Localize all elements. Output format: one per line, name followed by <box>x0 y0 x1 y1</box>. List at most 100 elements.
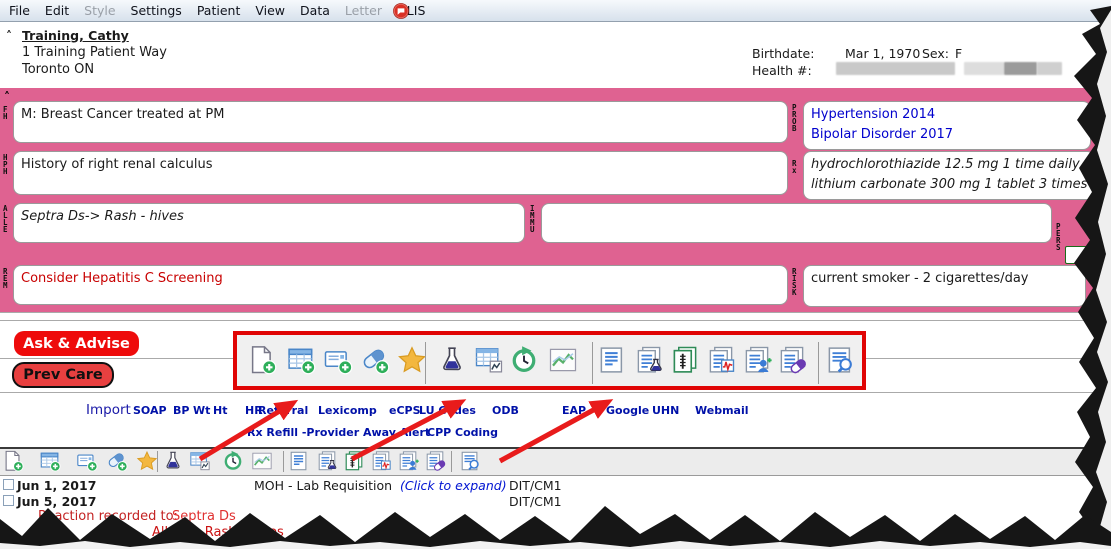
quick-link-wt[interactable]: Wt <box>193 404 210 417</box>
menu-style: Style <box>84 3 116 18</box>
ecg-report-icon[interactable] <box>370 450 392 472</box>
consult-report-icon[interactable] <box>397 450 419 472</box>
ecg-report-icon[interactable] <box>706 345 736 375</box>
toolbar-separator <box>283 451 284 472</box>
cpp-box-alle[interactable]: Septra Ds-> Rash - hives <box>13 203 525 243</box>
ask-advise-button[interactable]: Ask & Advise <box>14 331 139 356</box>
imaging-report-icon[interactable] <box>670 345 700 375</box>
new-prescription-icon[interactable] <box>360 345 390 375</box>
chevron-up-icon[interactable]: ˄ <box>6 29 12 43</box>
favorite-star-icon[interactable] <box>136 450 158 472</box>
cpp-box-hph[interactable]: History of right renal calculus <box>13 151 788 195</box>
cpp-box-rx[interactable]: hydrochlorothiazide 12.5 mg 1 time daily… <box>803 151 1095 200</box>
new-form-icon[interactable] <box>39 450 61 472</box>
search-documents-icon[interactable] <box>825 345 855 375</box>
medication-report-icon[interactable] <box>777 345 807 375</box>
new-document-icon[interactable] <box>2 450 24 472</box>
cpp-line: History of right renal calculus <box>21 157 213 172</box>
quick-link-webmail[interactable]: Webmail <box>695 404 749 417</box>
cpp-box-prob[interactable]: Hypertension 2014 Bipolar Disorder 2017 <box>803 101 1091 150</box>
menu-file[interactable]: File <box>9 3 30 18</box>
expand-link[interactable]: (Click to expand) <box>400 478 507 493</box>
prev-care-button[interactable]: Prev Care <box>12 362 114 388</box>
text-report-icon[interactable] <box>597 345 627 375</box>
quick-links-bar: cean ImportSOAPBPWtHtHRReferralLexicompe… <box>0 393 1111 447</box>
divider <box>0 320 1111 321</box>
menu-patient[interactable]: Patient <box>197 3 241 18</box>
cpp-box-rem[interactable]: Consider Hepatitis C Screening <box>13 265 788 305</box>
history-clock-icon[interactable] <box>509 345 539 375</box>
toolbar-separator <box>818 342 819 384</box>
lab-table-icon[interactable] <box>189 450 211 472</box>
chat-bubble-icon[interactable] <box>392 2 410 20</box>
chevron-up-icon[interactable]: ˄ <box>4 90 10 104</box>
emr-window: File Edit Style Settings Patient View Data Lett… <box>0 0 1111 549</box>
cpp-box-pers[interactable] <box>1065 246 1093 264</box>
trend-graph-icon[interactable] <box>251 450 273 472</box>
quick-link-rx-refill-provider-away-alert[interactable]: Rx Refill -Provider Away Alert <box>247 426 430 439</box>
consult-report-icon[interactable] <box>742 345 772 375</box>
health-number-label: Health #: <box>752 63 812 78</box>
menu-settings[interactable]: Settings <box>131 3 182 18</box>
menu-data[interactable]: Data <box>300 3 330 18</box>
lab-report-icon[interactable] <box>316 450 338 472</box>
reaction-value: Septra Ds <box>172 509 236 524</box>
favorite-star-icon[interactable] <box>397 345 427 375</box>
sex-value: F <box>955 46 963 61</box>
document-checkbox[interactable] <box>3 479 14 490</box>
health-version-redacted <box>1004 62 1037 75</box>
cpp-label-risk: RISK <box>792 267 797 297</box>
cpp-box-immu[interactable] <box>541 203 1052 243</box>
health-version-redacted <box>1037 62 1062 75</box>
menu-view[interactable]: View <box>255 3 285 18</box>
document-checkbox[interactable] <box>3 495 14 506</box>
quick-link-import[interactable]: Import <box>86 402 131 418</box>
partial-allergy-line: Allergy: Rash - hives <box>152 525 284 540</box>
new-prescription-icon[interactable] <box>106 450 128 472</box>
cpp-box-risk[interactable]: current smoker - 2 cigarettes/day <box>803 265 1086 307</box>
toolbar-separator <box>592 342 593 384</box>
new-message-icon[interactable] <box>323 345 353 375</box>
cpp-label-rem: REM <box>3 267 8 290</box>
lab-report-icon[interactable] <box>634 345 664 375</box>
birthdate-label: Birthdate: <box>752 46 815 61</box>
cpp-label-prob: PROB <box>792 103 797 133</box>
history-clock-icon[interactable] <box>222 450 244 472</box>
quick-link-ecps[interactable]: eCPS <box>389 404 421 417</box>
lab-table-icon[interactable] <box>474 345 504 375</box>
new-form-icon[interactable] <box>286 345 316 375</box>
trend-graph-icon[interactable] <box>548 345 578 375</box>
cpp-line: Hypertension 2014 <box>811 107 936 122</box>
quick-link-lexicomp[interactable]: Lexicomp <box>318 404 377 417</box>
cpp-label-rx: Rx <box>792 159 797 175</box>
document-provider: DIT/CM1 <box>509 494 562 509</box>
quick-link-referral[interactable]: Referral <box>258 404 308 417</box>
birthdate-value: Mar 1, 1970 <box>845 46 921 61</box>
quick-link-google[interactable]: Google <box>606 404 649 417</box>
new-document-icon[interactable] <box>247 345 277 375</box>
lab-flask-icon[interactable] <box>162 450 184 472</box>
new-message-icon[interactable] <box>76 450 98 472</box>
document-date[interactable]: Jun 5, 2017 <box>17 494 96 509</box>
document-date[interactable]: Jun 1, 2017 <box>17 478 96 493</box>
lab-flask-icon[interactable] <box>437 345 467 375</box>
document-list: Jun 1, 2017 MOH - Lab Requisition (Click t… <box>0 476 1111 549</box>
search-documents-icon[interactable] <box>459 450 481 472</box>
cpp-label-alle: ALLE <box>3 204 8 234</box>
quick-link-ht[interactable]: Ht <box>213 404 227 417</box>
quick-link-lu-codes[interactable]: LU Codes <box>419 404 476 417</box>
patient-name[interactable]: Training, Cathy <box>22 28 129 43</box>
quick-link-uhn[interactable]: UHN <box>652 404 679 417</box>
medication-report-icon[interactable] <box>424 450 446 472</box>
quick-link-bp[interactable]: BP <box>173 404 189 417</box>
imaging-report-icon[interactable] <box>343 450 365 472</box>
quick-link-soap[interactable]: SOAP <box>133 404 167 417</box>
quick-link-odb[interactable]: ODB <box>492 404 519 417</box>
quick-link-cpp-coding[interactable]: CPP Coding <box>427 426 498 439</box>
text-report-icon[interactable] <box>288 450 310 472</box>
menu-edit[interactable]: Edit <box>45 3 69 18</box>
quick-link-eap[interactable]: EAP <box>562 404 586 417</box>
cpp-box-fh[interactable]: M: Breast Cancer treated at PM <box>13 101 788 143</box>
toolbar-separator <box>157 451 158 472</box>
health-version-redacted <box>964 62 1004 75</box>
